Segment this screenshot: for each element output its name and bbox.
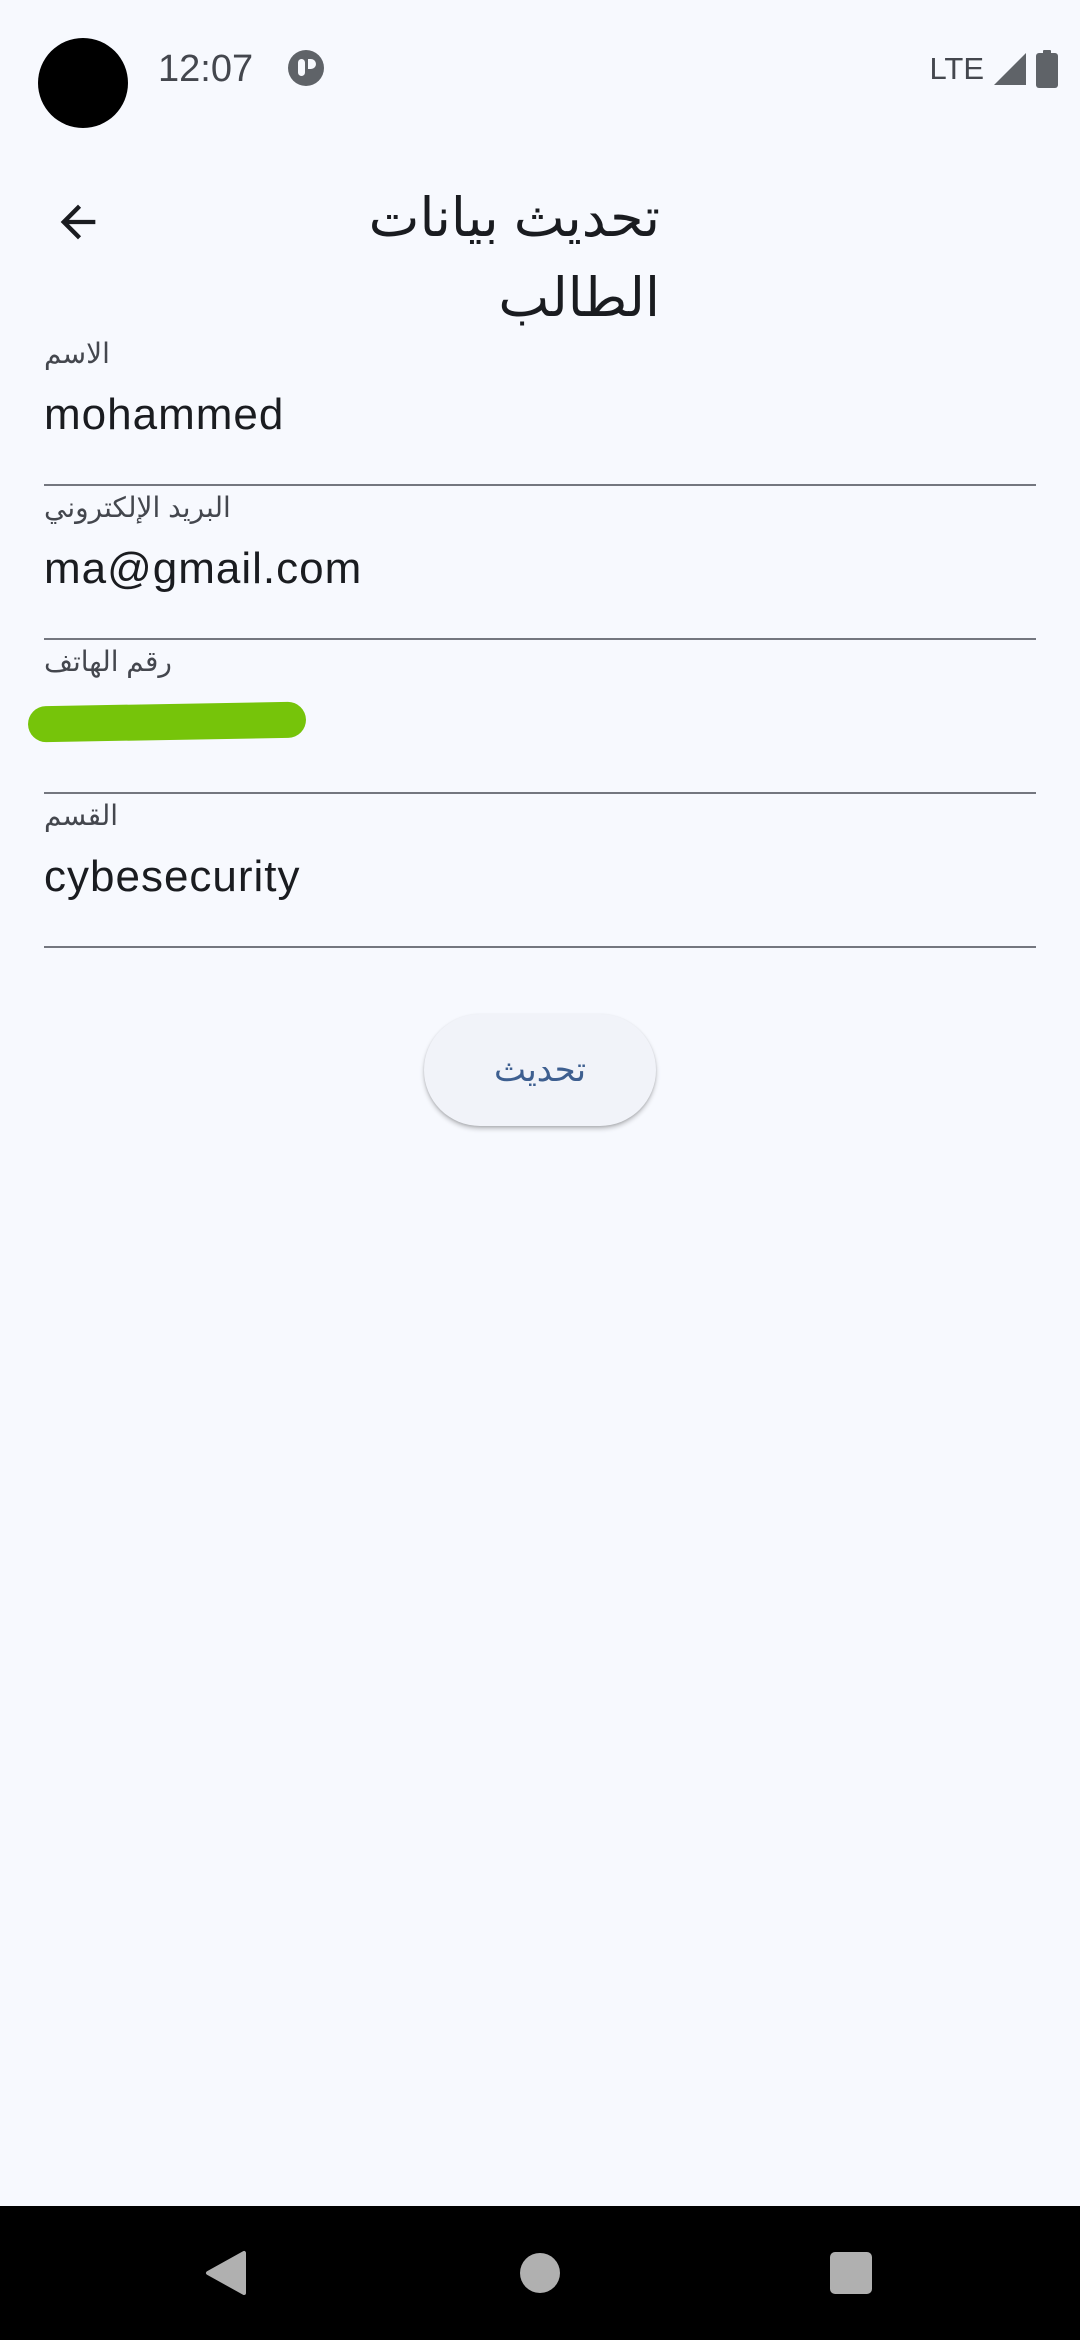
nav-recents-icon[interactable] [830,2252,872,2294]
signal-icon [994,53,1026,85]
page-title: تحديث بيانات الطالب [368,188,660,328]
camera-cutout [38,38,128,128]
phone-label: رقم الهاتف [44,646,172,677]
top-app-bar: تحديث بيانات الطالب [0,150,1080,328]
redaction-mark [27,701,307,743]
email-label: البريد الإلكتروني [44,492,231,523]
navigation-bar [0,2206,1080,2340]
status-time: 12:07 [158,48,254,90]
status-bar: 12:07 LTE [0,0,1080,140]
back-button[interactable] [36,180,120,264]
nav-back-icon[interactable] [204,2249,248,2297]
screen: 12:07 LTE تحديث بيانات الطالب الاسم moha… [0,0,1080,2340]
nav-home-icon[interactable] [520,2253,560,2293]
network-type: LTE [929,51,984,86]
department-label: القسم [44,800,119,831]
name-label: الاسم [44,338,110,369]
battery-icon [1036,50,1058,88]
status-right: LTE [929,44,1058,94]
phone-field[interactable]: رقم الهاتف [27,642,1036,794]
arrow-left-icon [60,204,96,240]
email-input[interactable] [44,538,1024,600]
department-input[interactable] [44,846,1024,908]
department-field[interactable]: القسم [44,796,1036,948]
email-field[interactable]: البريد الإلكتروني [44,488,1036,640]
name-input[interactable] [44,384,1024,446]
app-notification-icon [288,50,324,86]
update-button[interactable]: تحديث [424,1014,656,1126]
name-field[interactable]: الاسم [44,334,1036,486]
